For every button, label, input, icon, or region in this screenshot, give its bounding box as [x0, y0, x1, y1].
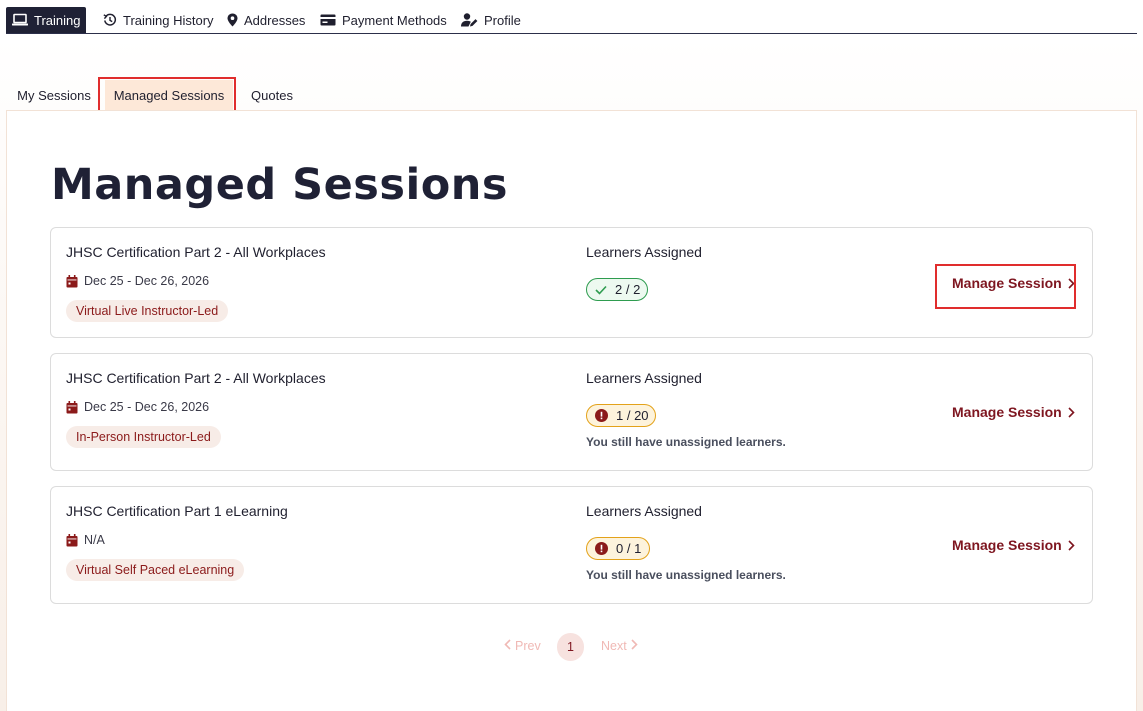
check-icon — [595, 285, 607, 295]
manage-session-button[interactable]: Manage Session — [952, 404, 1075, 420]
session-title: JHSC Certification Part 2 - All Workplac… — [66, 370, 326, 386]
learners-count: 1 / 20 — [616, 408, 649, 423]
alert-icon — [595, 409, 608, 422]
manage-session-label: Manage Session — [952, 275, 1062, 291]
session-date-text: N/A — [84, 533, 105, 547]
session-card: JHSC Certification Part 1 eLearning N/A … — [50, 486, 1093, 604]
delivery-tag: Virtual Live Instructor-Led — [66, 300, 229, 322]
nav-item-label: Payment Methods — [342, 12, 447, 28]
tab-label: Quotes — [251, 87, 293, 103]
learners-status-badge: 0 / 1 — [586, 537, 650, 560]
pagination-page-current[interactable]: 1 — [557, 633, 584, 661]
learners-assigned-label: Learners Assigned — [586, 244, 702, 260]
tab-label: Managed Sessions — [113, 87, 225, 103]
learners-count: 2 / 2 — [615, 282, 641, 297]
history-icon — [103, 13, 117, 27]
nav-item-payment-methods[interactable]: Payment Methods — [314, 7, 453, 33]
tab-label: My Sessions — [17, 87, 91, 103]
session-title: JHSC Certification Part 2 - All Workplac… — [66, 244, 326, 260]
session-card: JHSC Certification Part 2 - All Workplac… — [50, 227, 1093, 338]
learners-assigned-label: Learners Assigned — [586, 370, 702, 386]
calendar-icon — [66, 400, 78, 414]
chevron-left-icon — [504, 639, 511, 653]
manage-session-button[interactable]: Manage Session — [952, 275, 1075, 291]
unassigned-learners-note: You still have unassigned learners. — [586, 568, 786, 582]
chevron-right-icon — [1068, 406, 1075, 418]
nav-item-label: Addresses — [244, 12, 306, 28]
pagination-prev-button[interactable]: Prev — [504, 639, 541, 653]
session-date: Dec 25 - Dec 26, 2026 — [66, 400, 209, 414]
tab-quotes[interactable]: Quotes — [244, 80, 300, 110]
credit-card-icon — [320, 14, 336, 26]
session-date: Dec 25 - Dec 26, 2026 — [66, 274, 209, 288]
learners-count: 0 / 1 — [616, 541, 642, 556]
nav-item-label: Training History — [123, 12, 214, 28]
delivery-tag: Virtual Self Paced eLearning — [66, 559, 245, 581]
learners-status-badge: 1 / 20 — [586, 404, 656, 427]
pagination-next-label: Next — [601, 639, 627, 653]
page-title: Managed Sessions — [51, 160, 508, 210]
session-card: JHSC Certification Part 2 - All Workplac… — [50, 353, 1093, 471]
calendar-icon — [66, 533, 78, 547]
session-title: JHSC Certification Part 1 eLearning — [66, 503, 288, 519]
user-edit-icon — [461, 13, 478, 27]
nav-item-label: Profile — [484, 12, 521, 28]
nav-item-profile[interactable]: Profile — [455, 7, 527, 33]
nav-divider — [6, 33, 1137, 34]
nav-item-addresses[interactable]: Addresses — [221, 7, 311, 33]
map-pin-icon — [227, 13, 238, 27]
calendar-icon — [66, 274, 78, 288]
nav-item-training-history[interactable]: Training History — [97, 7, 220, 33]
manage-session-label: Manage Session — [952, 537, 1062, 553]
delivery-tag: In-Person Instructor-Led — [66, 426, 221, 448]
pagination-next-button[interactable]: Next — [601, 639, 638, 653]
nav-item-training[interactable]: Training — [6, 7, 87, 33]
tab-managed-sessions[interactable]: Managed Sessions — [105, 80, 233, 110]
manage-session-label: Manage Session — [952, 404, 1062, 420]
unassigned-learners-note: You still have unassigned learners. — [586, 435, 786, 449]
chevron-right-icon — [631, 639, 638, 653]
session-date-text: Dec 25 - Dec 26, 2026 — [84, 274, 210, 288]
learners-status-badge: 2 / 2 — [586, 278, 648, 301]
chevron-right-icon — [1068, 277, 1075, 289]
manage-session-button[interactable]: Manage Session — [952, 537, 1075, 553]
alert-icon — [595, 542, 608, 555]
tab-my-sessions[interactable]: My Sessions — [14, 80, 94, 110]
nav-item-label: Training — [34, 12, 81, 28]
session-date: N/A — [66, 533, 105, 547]
pagination-prev-label: Prev — [515, 639, 541, 653]
learners-assigned-label: Learners Assigned — [586, 503, 702, 519]
laptop-icon — [12, 13, 28, 27]
top-navigation: Training Training History Addresses Paym… — [0, 0, 1143, 36]
session-date-text: Dec 25 - Dec 26, 2026 — [84, 400, 210, 414]
chevron-right-icon — [1068, 539, 1075, 551]
